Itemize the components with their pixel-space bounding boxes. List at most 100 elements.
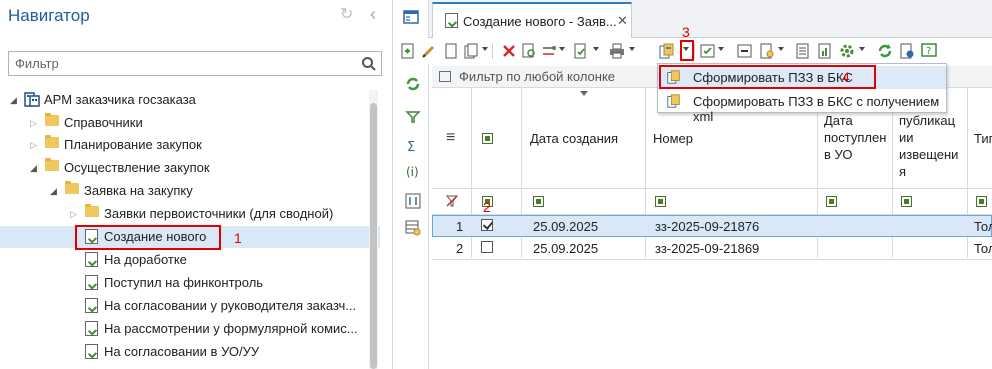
dropdown-arrow-icon[interactable] — [559, 47, 565, 51]
refresh-icon[interactable] — [876, 42, 894, 60]
folder-icon — [85, 204, 99, 217]
search-icon[interactable] — [361, 56, 377, 72]
collapsed-arrow-icon[interactable]: ▷ — [70, 209, 80, 219]
grid-filter-label: Фильтр по любой колонке — [459, 69, 616, 84]
tree-item-label: АРМ заказчика госзаказа — [44, 92, 196, 107]
doc-settings-icon[interactable] — [758, 42, 776, 60]
dropdown-arrow-icon[interactable] — [482, 47, 488, 51]
column-header-publication-l2[interactable]: ии — [899, 129, 914, 146]
delete-icon[interactable] — [500, 42, 518, 60]
filter-type[interactable] — [976, 196, 987, 207]
refresh-icon[interactable]: ↻ — [340, 7, 356, 23]
dropdown-arrow-icon[interactable] — [718, 47, 724, 51]
collapsed-arrow-icon[interactable]: ▷ — [30, 118, 40, 128]
tree-item-source-requests[interactable]: ▷ Заявки первоисточники (для сводной) — [0, 203, 380, 225]
row-date: 25.09.2025 — [533, 241, 599, 256]
tree-item-planning[interactable]: ▷ Планирование закупок — [0, 134, 380, 156]
tree-item-purchase-request[interactable]: ◢ Заявка на закупку — [0, 180, 380, 202]
minus-box-icon[interactable] — [736, 42, 754, 60]
filter-icon[interactable] — [405, 109, 421, 125]
checklist-icon[interactable] — [699, 42, 717, 60]
expanded-arrow-icon[interactable]: ◢ — [30, 163, 40, 173]
filter-number[interactable] — [655, 196, 666, 207]
sum-icon[interactable]: Σ — [405, 138, 421, 154]
column-header-number[interactable]: Номер — [653, 130, 693, 147]
dropdown-arrow-icon[interactable] — [778, 47, 784, 51]
navigator-panel: Навигатор ↻ ‹ ◢ АРМ заказчика гос — [0, 0, 393, 369]
copy-icon[interactable] — [442, 42, 460, 60]
filter-date[interactable] — [533, 196, 544, 207]
column-menu-icon[interactable]: ≡ — [446, 129, 455, 146]
transfer-icon[interactable] — [540, 42, 558, 60]
tree-item-label: Поступил на финконтроль — [104, 275, 264, 290]
sort-icon[interactable] — [405, 193, 421, 209]
document-icon — [85, 344, 98, 359]
tree-item-procurement[interactable]: ◢ Осуществление закупок — [0, 157, 380, 179]
row-checkbox[interactable] — [481, 219, 493, 231]
row-checkbox[interactable] — [481, 241, 493, 253]
list-document-icon[interactable] — [794, 42, 812, 60]
document-icon — [85, 298, 98, 313]
column-header-received-l4[interactable]: в УО — [824, 146, 852, 163]
document-icon — [85, 321, 98, 336]
toolbar-separator — [492, 43, 493, 59]
tab-create-new[interactable]: Создание нового - Заяв... ✕ — [432, 2, 632, 38]
tree-item-label: Планирование закупок — [64, 137, 202, 152]
tree-item-approval-uo[interactable]: На согласовании в УО/УУ — [0, 341, 380, 363]
collapse-panel-icon[interactable]: ‹ — [370, 5, 382, 23]
filter-panel-icon[interactable] — [439, 71, 451, 82]
column-header-received-l2[interactable]: поступлен — [824, 129, 886, 146]
column-header-publication-l3[interactable]: извещени — [899, 146, 958, 163]
tree-item-directories[interactable]: ▷ Справочники — [0, 112, 380, 134]
navigator-filter-input[interactable] — [9, 52, 349, 75]
tree-item-formulary[interactable]: На рассмотрении у формулярной комис... — [0, 318, 380, 340]
svg-text:(i): (i) — [406, 165, 419, 179]
tree-item-rework[interactable]: На доработке — [0, 249, 380, 271]
report-icon[interactable] — [816, 42, 834, 60]
export-bks-icon[interactable] — [658, 42, 676, 60]
dropdown-arrow-icon[interactable] — [629, 47, 635, 51]
download-icon[interactable] — [898, 42, 916, 60]
print-icon[interactable] — [608, 42, 626, 60]
navigator-filter[interactable] — [8, 51, 382, 76]
refresh-icon[interactable] — [405, 76, 421, 92]
expanded-arrow-icon[interactable]: ◢ — [10, 95, 20, 105]
expanded-arrow-icon[interactable]: ◢ — [50, 186, 60, 196]
multi-document-icon[interactable] — [462, 42, 480, 60]
folder-icon — [65, 181, 79, 194]
approve-document-icon[interactable] — [572, 42, 590, 60]
close-icon[interactable]: ✕ — [617, 13, 628, 29]
collapsed-arrow-icon[interactable]: ▷ — [30, 140, 40, 150]
column-header-type[interactable]: Тип — [974, 130, 992, 147]
tree-item-arm[interactable]: ◢ АРМ заказчика госзаказа — [0, 89, 380, 111]
column-header-date[interactable]: Дата создания — [530, 130, 618, 147]
help-icon[interactable]: ? — [920, 42, 938, 60]
edit-icon[interactable] — [420, 42, 438, 60]
row-number: 1 — [456, 219, 464, 234]
tree-item-approval-head[interactable]: На согласовании у руководителя заказч... — [0, 295, 380, 317]
sort-desc-icon[interactable] — [580, 91, 588, 96]
grid-settings-icon[interactable] — [405, 220, 421, 236]
document-icon — [85, 252, 98, 267]
dropdown-arrow-icon[interactable] — [593, 47, 599, 51]
window-icon[interactable] — [403, 10, 419, 24]
clear-filter-icon[interactable] — [445, 194, 459, 208]
tree-item-label: Заявка на закупку — [84, 183, 193, 198]
filter-publication[interactable] — [901, 196, 912, 207]
menu-item-generate-pzz-xml[interactable]: Сформировать ПЗЗ в БКС с получением xml — [658, 90, 946, 124]
tree-item-label: На согласовании в УО/УУ — [104, 344, 260, 359]
new-document-icon[interactable] — [399, 42, 417, 60]
select-all-checkbox[interactable] — [482, 133, 493, 144]
svg-text:?: ? — [926, 46, 931, 57]
toolbar-separator — [694, 43, 695, 59]
row-number: 2 — [456, 241, 464, 256]
filter-received[interactable] — [826, 196, 837, 207]
search-document-icon[interactable] — [520, 42, 538, 60]
info-icon[interactable]: (i) — [405, 163, 421, 179]
column-header-publication-l4[interactable]: я — [899, 163, 906, 180]
gear-icon[interactable] — [838, 42, 856, 60]
navigator-scroll-thumb[interactable] — [370, 103, 377, 369]
tree-item-fincontrol[interactable]: Поступил на финконтроль — [0, 272, 380, 294]
row-type: Тол — [974, 241, 992, 256]
dropdown-arrow-icon[interactable] — [859, 47, 865, 51]
